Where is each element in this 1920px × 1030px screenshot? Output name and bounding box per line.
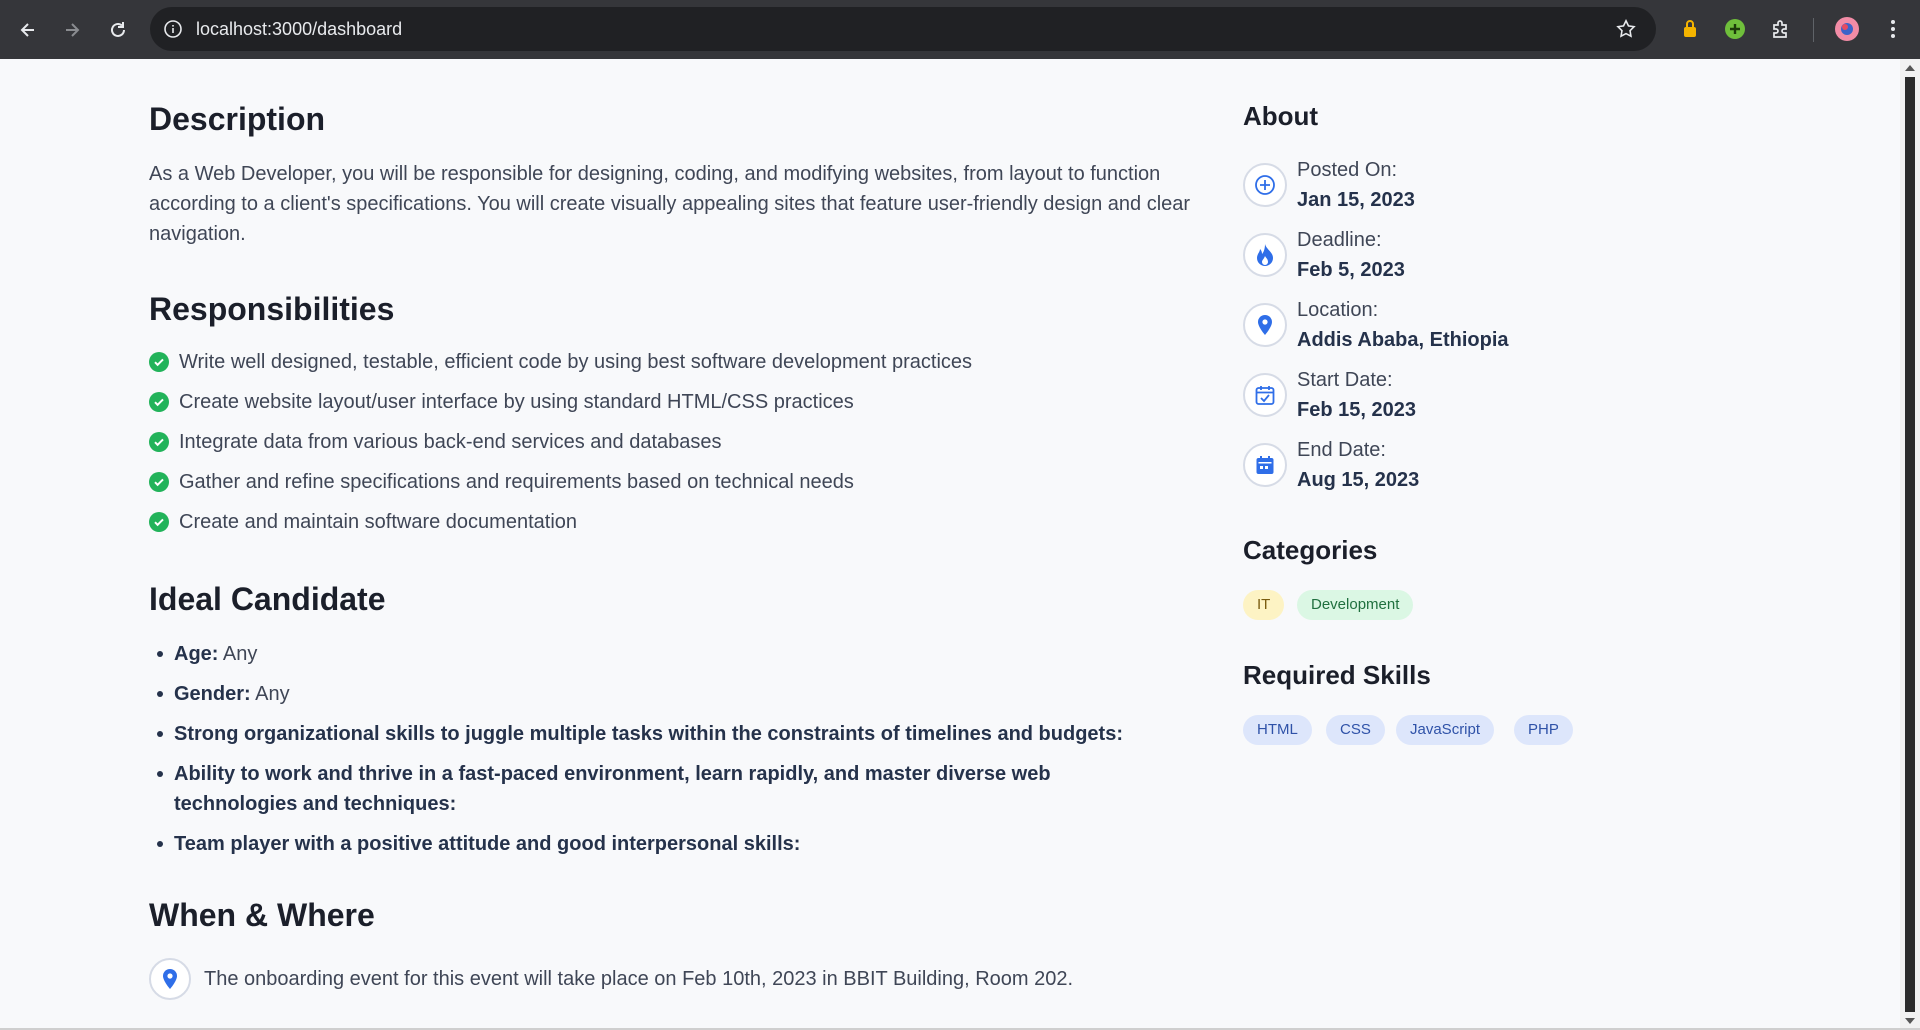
arrow-right-icon bbox=[66, 22, 80, 37]
responsibility-item: Write well designed, testable, efficient… bbox=[149, 347, 1199, 377]
when-where-heading: When & Where bbox=[149, 897, 375, 933]
plus-extension-icon[interactable] bbox=[1722, 16, 1748, 42]
scroll-down-arrow-icon[interactable] bbox=[1905, 1018, 1915, 1024]
bullet-dot bbox=[157, 731, 163, 737]
about-label: Location: bbox=[1297, 299, 1379, 321]
age-value: Any bbox=[222, 643, 258, 665]
about-value: Feb 5, 2023 bbox=[1297, 259, 1405, 281]
responsibility-text: Create and maintain software documentati… bbox=[179, 511, 578, 533]
page-content: Description As a Web Developer, you will… bbox=[0, 59, 1900, 1030]
about-start-date: Start Date: Feb 15, 2023 bbox=[1243, 365, 1643, 425]
bookmark-star-icon[interactable] bbox=[1614, 17, 1638, 41]
plus-circle-icon bbox=[1243, 163, 1287, 207]
trait-text: Strong organizational skills to juggle m… bbox=[174, 723, 1123, 745]
skill-tag: PHP bbox=[1514, 715, 1573, 745]
vertical-scrollbar[interactable] bbox=[1900, 59, 1920, 1030]
skill-tag: JavaScript bbox=[1396, 715, 1495, 745]
responsibility-item: Create and maintain software documentati… bbox=[149, 507, 1199, 537]
location-pin-icon bbox=[149, 958, 191, 1000]
responsibility-item: Gather and refine specifications and req… bbox=[149, 467, 1199, 497]
forward-button[interactable] bbox=[52, 0, 92, 59]
about-label: End Date: bbox=[1297, 439, 1386, 461]
responsibility-text: Integrate data from various back-end ser… bbox=[179, 431, 722, 453]
about-end-date: End Date: Aug 15, 2023 bbox=[1243, 435, 1643, 495]
trait-text: Team player with a positive attitude and… bbox=[174, 833, 801, 855]
fire-icon bbox=[1243, 233, 1287, 277]
check-circle-icon bbox=[149, 512, 169, 532]
reload-button[interactable] bbox=[98, 0, 138, 59]
extensions-puzzle-icon[interactable] bbox=[1768, 16, 1794, 42]
menu-dots-icon[interactable] bbox=[1880, 16, 1906, 42]
bullet-dot bbox=[157, 691, 163, 697]
back-button[interactable] bbox=[8, 0, 48, 59]
lock-extension-icon[interactable] bbox=[1677, 16, 1703, 42]
check-circle-icon bbox=[149, 472, 169, 492]
responsibility-text: Write well designed, testable, efficient… bbox=[179, 351, 973, 373]
address-bar[interactable]: localhost:3000/dashboard bbox=[150, 7, 1656, 51]
bullet-dot bbox=[157, 651, 163, 657]
responsibility-item: Create website layout/user interface by … bbox=[149, 387, 1199, 417]
about-value: Addis Ababa, Ethiopia bbox=[1297, 329, 1509, 351]
when-where-text: The onboarding event for this event will… bbox=[204, 968, 1074, 990]
about-label: Deadline: bbox=[1297, 229, 1382, 251]
about-value: Jan 15, 2023 bbox=[1297, 189, 1415, 211]
about-value: Feb 15, 2023 bbox=[1297, 399, 1416, 421]
bullet-dot bbox=[157, 771, 163, 777]
check-circle-icon bbox=[149, 392, 169, 412]
scroll-up-arrow-icon[interactable] bbox=[1905, 65, 1915, 71]
ideal-candidate-heading: Ideal Candidate bbox=[149, 581, 386, 617]
calendar-filled-icon bbox=[1243, 443, 1287, 487]
gender-value: Any bbox=[255, 683, 290, 705]
check-circle-icon bbox=[149, 352, 169, 372]
about-label: Posted On: bbox=[1297, 159, 1398, 181]
location-pin-icon bbox=[1243, 303, 1287, 347]
trait-text: Ability to work and thrive in a fast-pac… bbox=[174, 763, 1051, 815]
about-location: Location: Addis Ababa, Ethiopia bbox=[1243, 295, 1643, 355]
skill-tag: CSS bbox=[1326, 715, 1385, 745]
profile-avatar[interactable] bbox=[1834, 16, 1860, 42]
responsibilities-heading: Responsibilities bbox=[149, 291, 395, 327]
about-label: Start Date: bbox=[1297, 369, 1393, 391]
browser-toolbar: localhost:3000/dashboard bbox=[0, 0, 1920, 59]
about-deadline: Deadline: Feb 5, 2023 bbox=[1243, 225, 1643, 285]
reload-icon bbox=[111, 21, 125, 37]
calendar-check-icon bbox=[1243, 373, 1287, 417]
responsibility-item: Integrate data from various back-end ser… bbox=[149, 427, 1199, 457]
categories-heading: Categories bbox=[1243, 535, 1378, 565]
skills-heading: Required Skills bbox=[1243, 660, 1431, 690]
url-text[interactable]: localhost:3000/dashboard bbox=[196, 7, 402, 51]
category-tag: Development bbox=[1297, 590, 1414, 620]
check-circle-icon bbox=[149, 432, 169, 452]
age-label: Age: bbox=[174, 643, 219, 665]
gender-label: Gender: bbox=[174, 683, 251, 705]
skill-tag: HTML bbox=[1243, 715, 1312, 745]
responsibility-text: Gather and refine specifications and req… bbox=[179, 471, 854, 493]
about-value: Aug 15, 2023 bbox=[1297, 469, 1420, 491]
arrow-left-icon bbox=[20, 22, 34, 37]
description-text: As a Web Developer, you will be responsi… bbox=[149, 163, 1191, 245]
description-heading: Description bbox=[149, 101, 326, 137]
site-info-icon[interactable] bbox=[162, 18, 184, 40]
responsibility-text: Create website layout/user interface by … bbox=[179, 391, 854, 413]
scrollbar-thumb[interactable] bbox=[1905, 77, 1915, 1012]
category-tag: IT bbox=[1243, 590, 1285, 620]
bullet-dot bbox=[157, 841, 163, 847]
about-heading: About bbox=[1243, 101, 1319, 131]
about-posted-on: Posted On: Jan 15, 2023 bbox=[1243, 155, 1643, 215]
toolbar-divider bbox=[1813, 18, 1814, 42]
